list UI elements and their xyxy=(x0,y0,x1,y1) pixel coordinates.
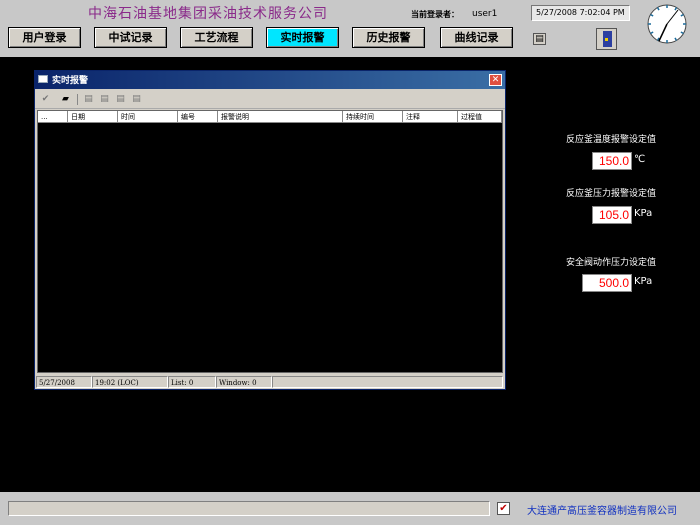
toolbar-separator xyxy=(77,94,78,105)
nav-button-trend-records[interactable]: 曲线记录 xyxy=(440,27,513,48)
alarm-toolbar: ✔ ▰ ▤ ▤ ▤ ▤ xyxy=(35,91,505,109)
exit-door-icon[interactable] xyxy=(596,28,617,50)
window-title: 实时报警 xyxy=(52,76,89,86)
column-header-description[interactable]: 报警说明 xyxy=(218,111,343,123)
realtime-alarm-window: 实时报警 ✕ ✔ ▰ ▤ ▤ ▤ ▤ ... 日期 时间 编号 报警说明 持续时… xyxy=(34,70,506,390)
last-icon[interactable]: ▤ xyxy=(130,93,143,106)
first-icon[interactable]: ▤ xyxy=(82,93,95,106)
window-icon xyxy=(38,75,48,83)
header-bar: 中海石油基地集团采油技术服务公司 当前登录者： user1 5/27/2008 … xyxy=(0,0,700,57)
nav-button-process-flow[interactable]: 工艺流程 xyxy=(180,27,253,48)
nav-button-realtime-alarms[interactable]: 实时报警 xyxy=(266,27,339,48)
column-header-select[interactable]: ... xyxy=(38,111,68,123)
column-header-date[interactable]: 日期 xyxy=(68,111,118,123)
column-header-comment[interactable]: 注释 xyxy=(403,111,458,123)
footer-message-field xyxy=(8,501,490,516)
pressure-setpoint-label: 反应釜压力报警设定值 xyxy=(566,189,657,199)
footer-check-icon[interactable]: ✔ xyxy=(497,502,510,515)
pressure-setpoint-unit: KPa xyxy=(634,208,653,219)
column-header-number[interactable]: 编号 xyxy=(178,111,218,123)
prev-icon[interactable]: ▤ xyxy=(98,93,111,106)
column-header-duration[interactable]: 持续时间 xyxy=(343,111,403,123)
manufacturer-name: 大连通产高压釜容器制造有限公司 xyxy=(527,506,677,517)
footer-bar: ✔ 大连通产高压釜容器制造有限公司 xyxy=(0,492,700,525)
alarm-status-bar: 5/27/2008 19:02 (LOC) List: 0 Window: 0 xyxy=(35,375,505,389)
safety-valve-setpoint-label: 安全阀动作压力设定值 xyxy=(566,258,657,268)
datetime-display: 5/27/2008 7:02:04 PM xyxy=(531,5,630,21)
nav-button-history-alarms[interactable]: 历史报警 xyxy=(352,27,425,48)
company-title: 中海石油基地集团采油技术服务公司 xyxy=(88,6,328,22)
status-empty-cell xyxy=(272,376,503,388)
analog-clock-icon xyxy=(647,4,687,44)
alarm-table[interactable]: ... 日期 时间 编号 报警说明 持续时间 注释 过程值 xyxy=(37,110,503,373)
pressure-setpoint-value[interactable]: 105.0 xyxy=(592,206,632,224)
temperature-setpoint-value[interactable]: 150.0 xyxy=(592,152,632,170)
nav-button-pilot-records[interactable]: 中试记录 xyxy=(94,27,167,48)
next-icon[interactable]: ▤ xyxy=(114,93,127,106)
alarm-table-header: ... 日期 时间 编号 报警说明 持续时间 注释 过程值 xyxy=(38,111,502,123)
status-date: 5/27/2008 xyxy=(36,376,92,388)
column-header-time[interactable]: 时间 xyxy=(118,111,178,123)
status-window-count: Window: 0 xyxy=(216,376,272,388)
temperature-setpoint-label: 反应釜温度报警设定值 xyxy=(566,135,657,145)
current-user-caption: 当前登录者： xyxy=(411,10,459,19)
nav-button-user-login[interactable]: 用户登录 xyxy=(8,27,81,48)
current-user-name: user1 xyxy=(472,9,498,19)
door-knob xyxy=(605,38,608,41)
status-time: 19:02 (LOC) xyxy=(92,376,168,388)
close-icon[interactable]: ✕ xyxy=(489,74,502,86)
acknowledge-icon[interactable]: ✔ xyxy=(39,93,52,106)
safety-valve-setpoint-value[interactable]: 500.0 xyxy=(582,274,632,292)
safety-valve-setpoint-unit: KPa xyxy=(634,276,653,287)
window-title-bar[interactable]: 实时报警 ✕ xyxy=(35,71,505,89)
status-list-count: List: 0 xyxy=(168,376,216,388)
print-icon[interactable]: ▰ xyxy=(59,93,72,106)
temperature-setpoint-unit: ℃ xyxy=(634,154,646,165)
column-header-process-value[interactable]: 过程值 xyxy=(458,111,502,123)
printer-icon[interactable]: ▤ xyxy=(533,33,546,45)
